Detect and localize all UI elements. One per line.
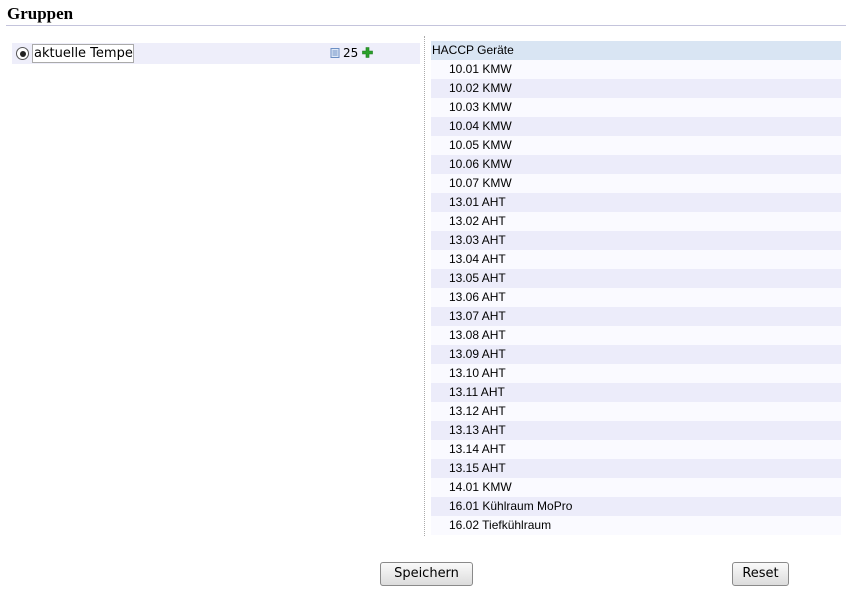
device-list-item[interactable]: 13.03 AHT — [431, 231, 841, 250]
device-list-item[interactable]: 13.05 AHT — [431, 269, 841, 288]
device-list-item[interactable]: 10.01 KMW — [431, 60, 841, 79]
device-list-item[interactable]: 13.09 AHT — [431, 345, 841, 364]
device-list-item[interactable]: 10.06 KMW — [431, 155, 841, 174]
device-list-item[interactable]: 13.10 AHT — [431, 364, 841, 383]
device-list-item[interactable]: 14.01 KMW — [431, 478, 841, 497]
group-name-input[interactable]: aktuelle Tempe — [32, 44, 134, 63]
page-title: Gruppen — [7, 4, 74, 23]
group-select-radio[interactable] — [16, 47, 29, 60]
panel-divider — [424, 36, 425, 536]
add-icon[interactable] — [362, 47, 373, 58]
device-list-item[interactable]: 13.01 AHT — [431, 193, 841, 212]
device-list-header[interactable]: HACCP Geräte — [431, 41, 841, 60]
device-list-item[interactable]: 13.08 AHT — [431, 326, 841, 345]
device-list-item[interactable]: 13.15 AHT — [431, 459, 841, 478]
groups-page: Gruppen aktuelle Tempe 25 HACCP Geräte 1… — [0, 0, 846, 592]
document-icon[interactable] — [330, 48, 340, 58]
device-list-item[interactable]: 13.06 AHT — [431, 288, 841, 307]
device-list-item[interactable]: 13.13 AHT — [431, 421, 841, 440]
device-list-item[interactable]: 10.03 KMW — [431, 98, 841, 117]
save-button[interactable]: Speichern — [380, 562, 473, 586]
device-list-item[interactable]: 10.05 KMW — [431, 136, 841, 155]
group-row: aktuelle Tempe 25 — [12, 43, 420, 64]
device-list-item[interactable]: 10.07 KMW — [431, 174, 841, 193]
device-list-item[interactable]: 10.04 KMW — [431, 117, 841, 136]
device-list-item[interactable]: 13.04 AHT — [431, 250, 841, 269]
device-list-item[interactable]: 16.02 Tiefkühlraum — [431, 516, 841, 535]
device-list-item[interactable]: 13.02 AHT — [431, 212, 841, 231]
device-list-item[interactable]: 13.11 AHT — [431, 383, 841, 402]
reset-button[interactable]: Reset — [732, 562, 789, 586]
title-divider — [6, 25, 846, 26]
device-list: HACCP Geräte 10.01 KMW 10.02 KMW 10.03 KMW… — [431, 41, 841, 535]
device-list-item[interactable]: 13.12 AHT — [431, 402, 841, 421]
group-device-count: 25 — [343, 46, 359, 60]
device-list-item[interactable]: 16.01 Kühlraum MoPro — [431, 497, 841, 516]
device-list-item[interactable]: 13.07 AHT — [431, 307, 841, 326]
device-list-item[interactable]: 13.14 AHT — [431, 440, 841, 459]
device-list-item[interactable]: 10.02 KMW — [431, 79, 841, 98]
